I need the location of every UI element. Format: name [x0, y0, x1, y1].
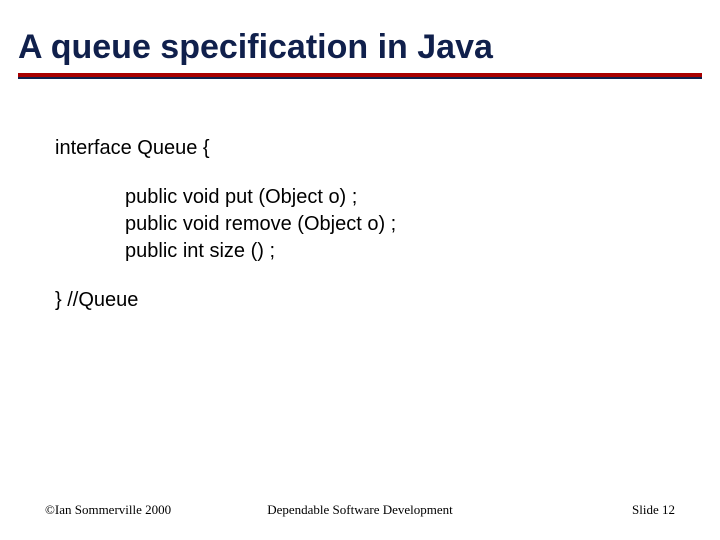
- footer-slide-number: Slide 12: [632, 502, 675, 518]
- code-line-open: interface Queue {: [55, 135, 396, 162]
- footer-title: Dependable Software Development: [0, 502, 720, 518]
- title-block: A queue specification in Java: [18, 28, 702, 79]
- rule-blue: [18, 77, 702, 79]
- code-line-close: } //Queue: [55, 287, 396, 314]
- page-title: A queue specification in Java: [18, 28, 702, 67]
- code-method-put: public void put (Object o) ;: [125, 184, 396, 211]
- code-methods: public void put (Object o) ; public void…: [125, 184, 396, 265]
- code-method-size: public int size () ;: [125, 238, 396, 265]
- footer: ©Ian Sommerville 2000 Dependable Softwar…: [0, 502, 720, 522]
- code-method-remove: public void remove (Object o) ;: [125, 211, 396, 238]
- code-block: interface Queue { public void put (Objec…: [55, 135, 396, 314]
